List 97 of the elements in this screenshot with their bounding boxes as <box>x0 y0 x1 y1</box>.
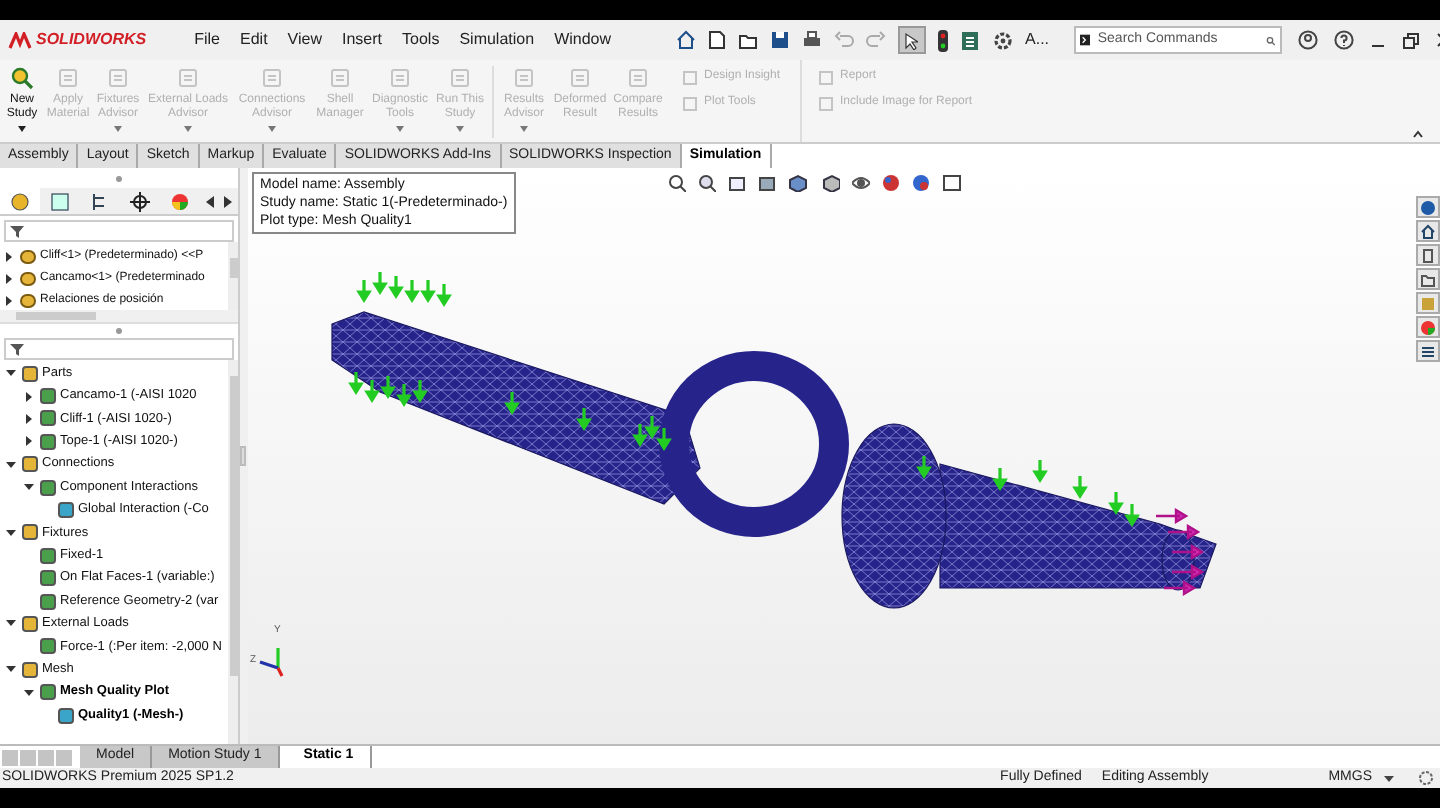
feature-manager-tab[interactable] <box>10 191 30 211</box>
scrollbar-thumb[interactable] <box>229 376 237 676</box>
zoom-area-icon[interactable] <box>698 174 716 192</box>
view-settings-icon[interactable] <box>942 174 962 192</box>
display-style-icon[interactable] <box>822 174 840 192</box>
menu-item[interactable]: Simulation <box>451 28 543 52</box>
view-orientation-icon[interactable] <box>788 174 810 192</box>
expanded-arrow-icon[interactable] <box>24 687 34 698</box>
traffic-light-icon[interactable] <box>937 29 948 51</box>
collapsed-arrow-icon[interactable] <box>4 296 14 306</box>
tree-node-icon <box>58 707 74 724</box>
collapsed-arrow-icon[interactable] <box>24 391 34 402</box>
collapsed-arrow-icon[interactable] <box>4 274 14 284</box>
search-icon <box>10 66 34 90</box>
scrollbar-thumb[interactable] <box>229 258 237 278</box>
collapsed-arrow-icon[interactable] <box>4 252 14 262</box>
scene-icon[interactable] <box>912 174 930 192</box>
print-icon[interactable] <box>801 30 822 50</box>
section-view-icon[interactable] <box>758 174 776 192</box>
tree-node-icon <box>22 615 38 632</box>
tree-node-icon <box>40 638 56 655</box>
menu-item[interactable]: File <box>186 28 228 52</box>
appearance-icon[interactable] <box>882 174 900 192</box>
settings-icon[interactable] <box>1418 770 1434 786</box>
expanded-arrow-icon[interactable] <box>6 618 16 629</box>
horizontal-scrollbar-thumb[interactable] <box>16 312 96 320</box>
caret-icon[interactable] <box>18 126 26 132</box>
caret-icon[interactable] <box>1384 774 1394 782</box>
expanded-arrow-icon[interactable] <box>6 368 16 379</box>
app-logo: SOLIDWORKS <box>36 28 147 52</box>
panel-collapse-handle[interactable] <box>240 446 246 466</box>
collapsed-arrow-icon[interactable] <box>24 436 34 447</box>
tool-icon <box>448 66 472 90</box>
crosshair-tab[interactable] <box>130 191 150 211</box>
tree-node-icon <box>22 456 38 473</box>
tree-node-icon <box>22 524 38 541</box>
open-folder-icon[interactable] <box>737 30 758 50</box>
part-tab-icon[interactable] <box>1420 247 1436 263</box>
tree-node-icon <box>40 547 56 564</box>
expanded-arrow-icon[interactable] <box>6 664 16 675</box>
settings-icon[interactable] <box>991 29 1014 51</box>
property-manager-tab[interactable] <box>50 191 70 211</box>
menu-item[interactable]: Edit <box>232 28 276 52</box>
tool-icon <box>512 66 536 90</box>
expanded-arrow-icon[interactable] <box>24 482 34 493</box>
tool-icon <box>106 66 130 90</box>
collapsed-arrow-icon[interactable] <box>24 413 34 424</box>
display-manager-tab[interactable] <box>170 191 190 211</box>
hide-show-icon[interactable] <box>852 174 870 192</box>
tree-node-icon <box>40 433 56 450</box>
tree-node-icon <box>22 661 38 678</box>
help-icon[interactable] <box>1333 30 1354 50</box>
scroll-left-icon[interactable] <box>206 195 216 207</box>
logo-icon <box>8 31 32 49</box>
menu-item[interactable]: Insert <box>334 28 391 52</box>
filter-icon[interactable] <box>10 223 26 239</box>
tree-node-icon <box>40 570 56 587</box>
collapse-ribbon-icon[interactable] <box>1412 130 1424 138</box>
home-tab-icon[interactable] <box>1420 223 1436 239</box>
search-icon[interactable] <box>1265 33 1276 47</box>
tool-icon <box>260 66 284 90</box>
expanded-arrow-icon[interactable] <box>6 527 16 538</box>
tree-node-icon <box>22 365 38 382</box>
menu-item[interactable]: View <box>279 28 330 52</box>
tool-icon <box>176 66 200 90</box>
tree-node-icon <box>40 410 56 427</box>
tree-node-icon <box>40 684 56 701</box>
tree-node-icon <box>40 593 56 610</box>
pointer-icon[interactable] <box>904 31 919 49</box>
zoom-to-fit-icon[interactable] <box>668 174 686 192</box>
filter-icon[interactable] <box>10 341 26 357</box>
tool-icon <box>626 66 650 90</box>
toolbar-label[interactable]: A... <box>1025 28 1050 52</box>
tool-icon <box>328 66 352 90</box>
tool-icon <box>56 66 80 90</box>
menu-item[interactable]: Tools <box>394 28 448 52</box>
restore-icon[interactable] <box>1401 31 1420 49</box>
home-icon[interactable] <box>675 30 696 50</box>
menu-item[interactable]: Window <box>546 28 620 52</box>
expanded-arrow-icon[interactable] <box>6 459 16 470</box>
new-document-icon[interactable] <box>707 30 726 50</box>
save-icon[interactable] <box>769 30 790 50</box>
tool-icon <box>388 66 412 90</box>
folder-tab-icon[interactable] <box>1420 271 1436 287</box>
appearances-tab-icon[interactable] <box>1420 319 1436 335</box>
properties-tab-icon[interactable] <box>1420 343 1436 359</box>
previous-view-icon[interactable] <box>728 174 746 192</box>
file-properties-icon[interactable] <box>959 29 980 51</box>
tool-icon <box>568 66 592 90</box>
tree-node-icon <box>40 479 56 496</box>
tree-node-icon <box>40 388 56 405</box>
user-icon[interactable] <box>1297 30 1318 50</box>
configuration-manager-tab[interactable] <box>90 191 110 211</box>
tree-node-icon <box>58 502 74 519</box>
globe-tab-icon[interactable] <box>1420 199 1436 215</box>
command-prompt-icon <box>1079 32 1090 48</box>
scroll-right-icon[interactable] <box>222 195 232 207</box>
